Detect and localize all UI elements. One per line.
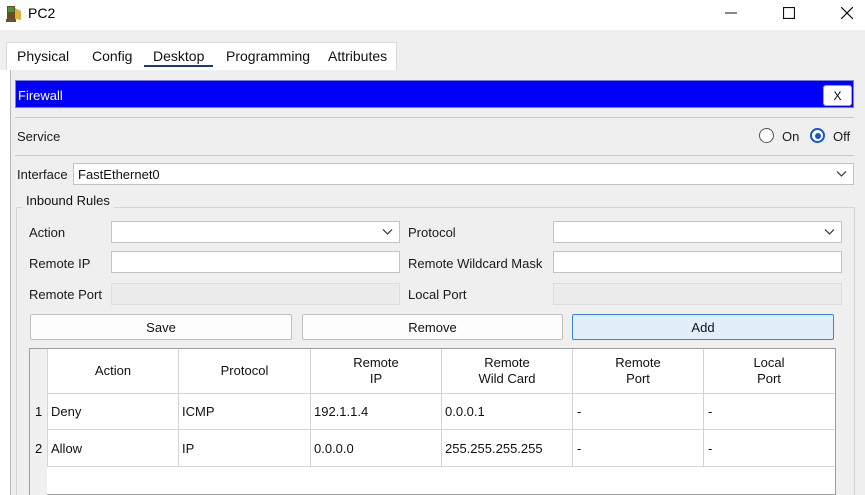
- add-button[interactable]: Add: [572, 314, 834, 340]
- cell-action[interactable]: Allow: [51, 441, 82, 456]
- save-button[interactable]: Save: [30, 314, 292, 340]
- chevron-down-icon: [382, 229, 393, 235]
- interface-value: FastEthernet0: [78, 167, 160, 182]
- table-divider: [47, 466, 835, 467]
- service-off-label: Off: [833, 129, 851, 144]
- header-local-port[interactable]: Local Port: [704, 355, 834, 387]
- cell-remote-port[interactable]: -: [577, 404, 581, 419]
- title-bar: PC2: [0, 0, 865, 30]
- chevron-down-icon: [824, 229, 835, 235]
- service-label: Service: [17, 129, 61, 144]
- firewall-header: [15, 80, 854, 108]
- minimize-icon: [725, 12, 737, 14]
- remote-port-input: [111, 283, 400, 305]
- remove-button[interactable]: Remove: [302, 314, 563, 340]
- tab-attributes[interactable]: Attributes: [328, 48, 387, 68]
- row-number-gutter: [30, 349, 47, 495]
- firewall-close-button[interactable]: X: [823, 85, 852, 106]
- divider: [15, 117, 854, 118]
- remote-port-label: Remote Port: [29, 287, 102, 302]
- header-remote-port[interactable]: Remote Port: [573, 355, 703, 387]
- remote-wildcard-input[interactable]: [553, 251, 842, 273]
- tab-physical[interactable]: Physical: [17, 48, 69, 68]
- maximize-icon: [783, 7, 795, 19]
- tab-desktop[interactable]: Desktop: [144, 48, 214, 67]
- minimize-button[interactable]: [708, 0, 754, 26]
- interface-label: Interface: [17, 167, 68, 182]
- protocol-label: Protocol: [408, 225, 456, 240]
- cell-local-port[interactable]: -: [708, 441, 712, 456]
- cell-local-port[interactable]: -: [708, 404, 712, 419]
- action-select[interactable]: [111, 221, 400, 243]
- inbound-rules-title: Inbound Rules: [22, 193, 114, 208]
- local-port-input: [553, 283, 842, 305]
- row-index: 1: [35, 404, 43, 419]
- row-index: 2: [35, 441, 43, 456]
- header-remote-wildcard[interactable]: Remote Wild Card: [442, 355, 572, 387]
- local-port-label: Local Port: [408, 287, 467, 302]
- table-divider: [47, 429, 835, 430]
- cell-remote-ip[interactable]: 192.1.1.4: [314, 404, 368, 419]
- header-action[interactable]: Action: [48, 363, 178, 379]
- service-off-radio[interactable]: [810, 128, 825, 143]
- divider: [15, 155, 854, 156]
- close-window-button[interactable]: [824, 0, 865, 26]
- interface-select[interactable]: FastEthernet0: [73, 163, 854, 185]
- cell-protocol[interactable]: ICMP: [182, 404, 215, 419]
- header-protocol[interactable]: Protocol: [179, 363, 310, 379]
- firewall-title: Firewall: [18, 88, 63, 103]
- close-icon: [841, 7, 853, 19]
- service-on-radio[interactable]: [759, 128, 774, 143]
- cell-remote-port[interactable]: -: [577, 441, 581, 456]
- remote-ip-input[interactable]: [111, 251, 400, 273]
- tab-config[interactable]: Config: [92, 48, 132, 68]
- remote-ip-label: Remote IP: [29, 256, 91, 271]
- cell-protocol[interactable]: IP: [182, 441, 194, 456]
- action-label: Action: [29, 225, 66, 240]
- service-on-label: On: [782, 129, 800, 144]
- cell-remote-ip[interactable]: 0.0.0.0: [314, 441, 354, 456]
- chevron-down-icon: [836, 171, 847, 177]
- maximize-button[interactable]: [766, 0, 812, 26]
- remote-wildcard-label: Remote Wildcard Mask: [408, 256, 543, 271]
- header-remote-ip[interactable]: Remote IP: [311, 355, 441, 387]
- cell-wildcard[interactable]: 255.255.255.255: [445, 441, 543, 456]
- cell-wildcard[interactable]: 0.0.0.1: [445, 404, 485, 419]
- pc-app-icon: [4, 4, 24, 24]
- cell-action[interactable]: Deny: [51, 404, 81, 419]
- table-divider: [47, 393, 835, 394]
- window-title: PC2: [28, 5, 56, 21]
- tab-programming[interactable]: Programming: [226, 48, 310, 68]
- protocol-select[interactable]: [553, 221, 842, 243]
